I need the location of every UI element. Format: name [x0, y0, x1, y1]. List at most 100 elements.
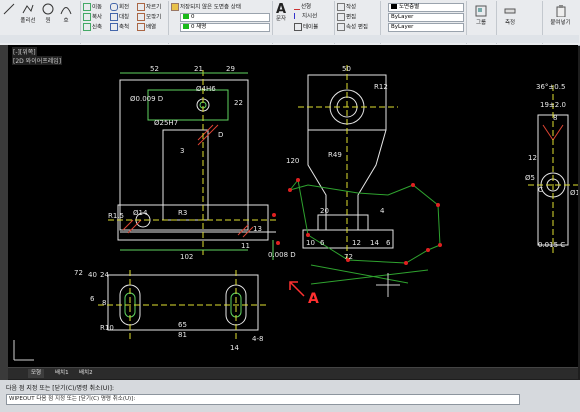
ribbon-group-properties: 도면층별 ByLayer ByLayer	[380, 1, 467, 44]
layer-color-swatch-2	[183, 24, 189, 29]
edit-icon	[337, 13, 345, 21]
dim-12: 12	[352, 239, 361, 247]
dim-13: 13	[253, 225, 262, 233]
dim-24: 24	[100, 271, 109, 279]
group-label-utility	[496, 35, 542, 43]
group-label-draw	[0, 35, 80, 43]
create-icon	[337, 3, 345, 11]
tab-model[interactable]: 모형	[28, 369, 45, 378]
dim-6t: 6	[90, 295, 95, 303]
dim-10: 10	[306, 239, 315, 247]
mirror-icon	[110, 13, 118, 21]
create-block-button[interactable]: 작성	[337, 3, 356, 12]
dim-40: 40	[88, 271, 97, 279]
dim-19: 19±2.0	[540, 101, 566, 109]
dim-text-detail: 36°±0.5 19±2.0 8 Ø14H7 C 0.015 C 12 Ø5	[525, 83, 578, 249]
trim-button[interactable]: 자르기	[137, 3, 161, 12]
model-space[interactable]: [-][위쪽] [2D 와이어프레임] 52 21 29 Ø0.009 D Ø4…	[8, 45, 578, 367]
dim-d5: Ø5	[525, 174, 535, 182]
dim-r3: R3	[178, 209, 187, 217]
scale-button[interactable]: 축척	[110, 23, 129, 32]
lineweight-combo[interactable]: ByLayer	[388, 23, 464, 32]
dim-6: 6	[320, 239, 325, 247]
datum-c: C	[538, 186, 543, 194]
copy-button[interactable]: 복사	[83, 13, 102, 22]
centerlines-side	[298, 65, 398, 260]
left-bar	[0, 45, 8, 380]
fillet-icon	[137, 13, 145, 21]
dim-d4h6: Ø4H6	[196, 85, 216, 93]
color-swatch	[391, 4, 397, 9]
dim-50: 50	[342, 65, 351, 73]
dim-8d: 8	[553, 114, 557, 122]
group-label-modify	[80, 35, 168, 43]
dim-14t: 14	[230, 344, 239, 352]
mirror-button[interactable]: 대칭	[110, 13, 129, 22]
side-view	[302, 74, 394, 249]
dim-angle: 36°±0.5	[536, 83, 565, 91]
paste-button[interactable]: 붙여넣기	[544, 5, 577, 27]
wipeout-vertices	[272, 178, 442, 265]
layer-combo[interactable]: 0	[180, 13, 270, 22]
stretch-button[interactable]: 신축	[83, 23, 102, 32]
text-button[interactable]: A 문자	[274, 3, 288, 23]
polyline-icon	[22, 4, 34, 14]
circle-icon	[42, 3, 54, 15]
group-button[interactable]: 그룹	[468, 5, 494, 27]
command-input[interactable]: WIPEOUT 다음 점 지정 또는 [닫기(C) 명령 취소(U)]:	[6, 394, 520, 405]
edit-block-button[interactable]: 편집	[337, 13, 356, 22]
arc-icon	[60, 7, 72, 15]
dim-11: 11	[241, 242, 250, 250]
fillet-button[interactable]: 모깎기	[137, 13, 161, 22]
rotate-button[interactable]: 회전	[110, 3, 129, 12]
dim-8t: 8	[102, 299, 106, 307]
dim-r10: R10	[100, 324, 114, 332]
cad-drawing: 52 21 29 Ø0.009 D Ø4H6 22 Ø25H7 3 D R1.5…	[13, 65, 578, 361]
dim-6b: 6	[386, 239, 391, 247]
dim-22: 22	[234, 99, 243, 107]
move-button[interactable]: 이동	[83, 3, 102, 12]
tab-layout2[interactable]: 배치2	[76, 369, 96, 378]
ribbon: 폴리선 원 호 이동 회전 자르기 복사 대칭 모깎기 신축 축척 배열 저장되…	[0, 0, 580, 46]
datum-d: D	[218, 131, 223, 139]
group-label-groups	[466, 35, 496, 43]
arc-tool[interactable]: 호	[58, 3, 74, 25]
group-label-properties	[380, 35, 466, 43]
tab-layout1[interactable]: 배치1	[52, 369, 72, 378]
ribbon-group-clipboard: 붙여넣기	[542, 1, 579, 44]
circle-tool[interactable]: 원	[40, 3, 56, 25]
dimension-icon	[294, 3, 300, 10]
dim-120: 120	[286, 157, 299, 165]
ribbon-group-groups: 그룹	[466, 1, 497, 44]
attr-edit-button[interactable]: 속성 편집	[337, 23, 368, 32]
command-history: 다음 점 지정 또는 [닫기(C)/명령 취소(U)]:	[6, 385, 114, 392]
array-button[interactable]: 배열	[137, 23, 156, 32]
annotation-letter-a: A	[308, 291, 319, 307]
line-tool[interactable]	[2, 3, 16, 18]
dim-72: 72	[344, 253, 353, 261]
layout-tabs: 모형 배치1 배치2	[8, 367, 578, 379]
leader-icon	[294, 13, 301, 19]
group-label-annotation	[272, 35, 334, 43]
dim-81: 81	[178, 331, 187, 339]
linear-dim-button[interactable]: 선형	[294, 3, 311, 11]
leader-button[interactable]: 지시선	[294, 13, 317, 21]
linetype-combo[interactable]: ByLayer	[388, 13, 464, 22]
dim-d25h7: Ø25H7	[154, 119, 178, 127]
polyline-tool[interactable]: 폴리선	[18, 3, 38, 25]
table-button[interactable]: 테이블	[294, 23, 318, 32]
table-icon	[294, 23, 302, 31]
dim-65: 65	[178, 321, 187, 329]
ribbon-group-draw: 폴리선 원 호	[0, 1, 81, 44]
layer-combo-2[interactable]: 0 재명	[180, 23, 270, 32]
measure-button[interactable]: 측정	[500, 5, 520, 27]
dim-14: 14	[370, 239, 379, 247]
group-label-clipboard	[542, 35, 579, 43]
dim-r49: R49	[328, 151, 342, 159]
layer-state-dropdown[interactable]: 저장되지 않은 도면층 상태	[171, 3, 241, 12]
color-combo[interactable]: 도면층별	[388, 3, 464, 12]
ribbon-group-block: 작성 편집 속성 편집	[334, 1, 381, 44]
line-icon	[3, 3, 15, 15]
group-label-layer	[168, 35, 272, 43]
dim-3: 3	[180, 147, 184, 155]
